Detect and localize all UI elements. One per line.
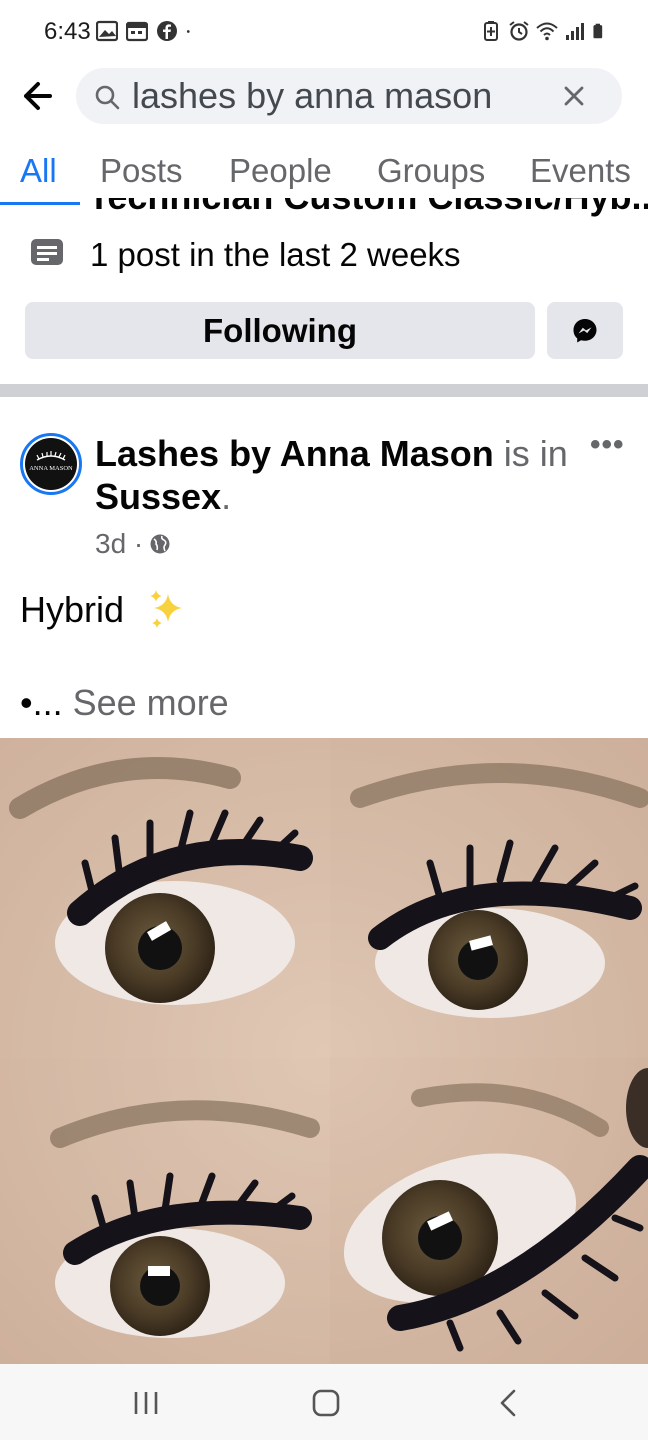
search-box[interactable] <box>76 68 622 124</box>
clipped-result-description: Technician Custom Classic/Hyb... <box>0 198 648 218</box>
tab-posts[interactable]: Posts <box>100 152 183 190</box>
clipped-description-text: Technician Custom Classic/Hyb... <box>88 198 648 218</box>
status-system-icons <box>480 20 608 42</box>
gallery-icon <box>96 20 118 42</box>
activity-text: 1 post in the last 2 weeks <box>90 236 461 273</box>
search-header <box>0 64 648 130</box>
tab-all[interactable]: All <box>20 152 57 190</box>
recent-apps-icon[interactable] <box>126 1386 166 1420</box>
home-icon[interactable] <box>306 1386 346 1420</box>
tab-events[interactable]: Events <box>530 152 631 190</box>
alarm-icon <box>509 21 529 41</box>
section-divider <box>0 384 648 397</box>
system-back-icon[interactable] <box>488 1386 528 1420</box>
see-more-link[interactable]: See more <box>73 682 229 723</box>
bullet-ellipsis: •... <box>20 682 63 723</box>
status-notification-icons <box>96 20 196 42</box>
facebook-icon <box>157 21 177 41</box>
post-author-name[interactable]: Lashes by Anna Mason <box>95 433 494 474</box>
battery-saver-icon <box>484 21 498 41</box>
tab-groups[interactable]: Groups <box>377 152 485 190</box>
avatar-logo: ANNA MASON <box>25 438 77 490</box>
page-activity-row: 1 post in the last 2 weeks <box>0 228 648 284</box>
tab-people[interactable]: People <box>229 152 332 190</box>
post-location[interactable]: Sussex <box>95 476 221 517</box>
sparkles-icon <box>150 590 183 628</box>
post-body-text: Hybrid <box>20 589 125 630</box>
messenger-button[interactable] <box>547 302 623 359</box>
avatar[interactable]: ANNA MASON <box>20 433 82 495</box>
post-timestamp[interactable]: 3d · <box>95 528 143 560</box>
dot-icon <box>186 30 190 33</box>
search-input[interactable] <box>132 72 532 120</box>
see-more-row: •... See more <box>20 682 229 724</box>
post-end-punct: . <box>221 476 232 517</box>
system-navigation-bar <box>0 1364 648 1440</box>
following-button[interactable]: Following <box>25 302 535 359</box>
post-time-row: 3d · <box>95 528 171 560</box>
signal-icon <box>566 23 584 40</box>
messenger-icon <box>573 318 597 342</box>
lash-logo-icon: ANNA MASON <box>29 451 73 472</box>
close-icon[interactable] <box>562 84 586 108</box>
lash-collage-image <box>0 738 648 1364</box>
calendar-icon <box>126 21 148 42</box>
svg-text:ANNA MASON: ANNA MASON <box>29 465 73 472</box>
more-options-icon[interactable]: ••• <box>590 428 625 462</box>
search-filter-tabs: All Posts People Groups Events <box>0 140 648 206</box>
status-bar: 6:43 <box>0 0 648 64</box>
post-connector-text: is in <box>493 433 568 474</box>
posts-icon <box>31 239 63 265</box>
globe-icon <box>150 534 170 554</box>
post-header: Lashes by Anna Mason is in Sussex. <box>95 432 585 518</box>
post-photo[interactable] <box>0 738 648 1364</box>
back-arrow-icon[interactable] <box>14 76 62 116</box>
status-time: 6:43 <box>44 18 91 45</box>
search-icon <box>95 85 120 110</box>
battery-icon <box>593 23 603 39</box>
post-body: Hybrid <box>20 588 190 632</box>
wifi-icon <box>536 22 558 41</box>
